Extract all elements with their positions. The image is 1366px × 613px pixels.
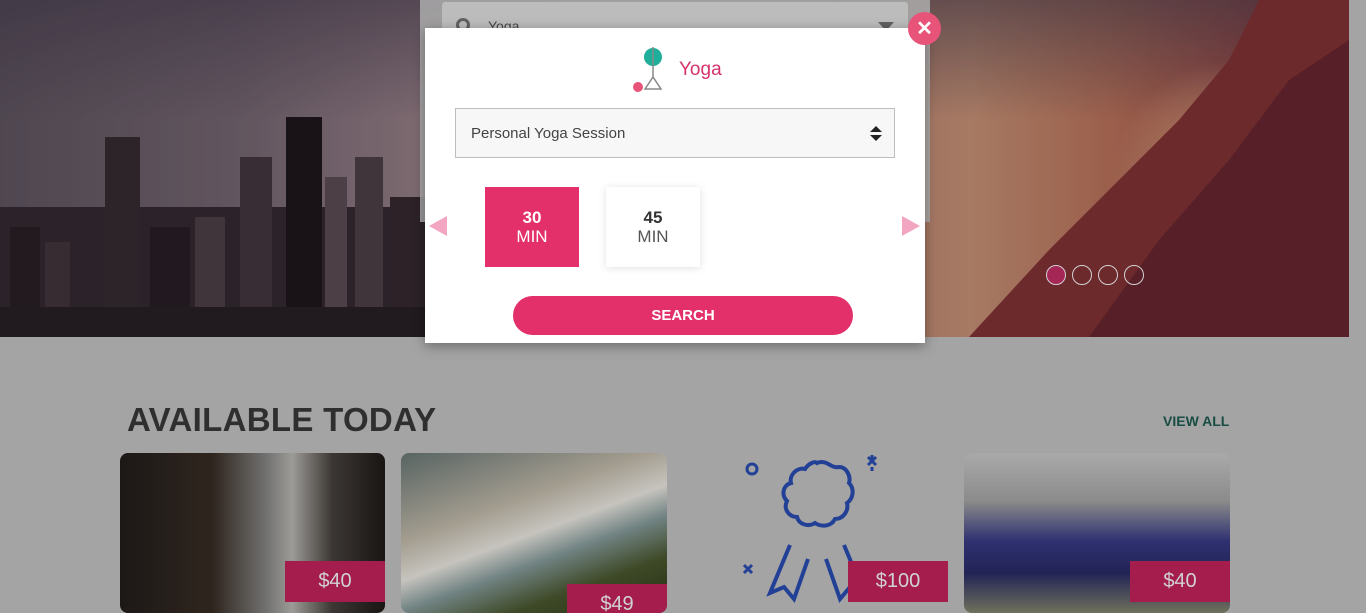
session-card-2[interactable]: $49 [401,453,667,613]
duration-option-30[interactable]: 30 MIN [485,187,579,267]
section-title: AVAILABLE TODAY [127,401,437,438]
session-card-4[interactable]: $40 [964,453,1230,613]
price-badge: $100 [848,561,948,602]
session-type-select[interactable]: Personal Yoga Session [455,108,895,158]
carousel-dot-2[interactable] [1072,265,1092,285]
category-title: Yoga [679,59,722,80]
session-card-1[interactable]: $40 [120,453,385,613]
select-arrows-icon [870,126,882,141]
session-type-value: Personal Yoga Session [471,124,626,142]
close-icon[interactable]: ✕ [908,12,941,45]
prev-duration-arrow-icon[interactable] [429,216,447,236]
carousel-dots [1046,265,1144,285]
session-card-3[interactable]: $100 [682,453,948,613]
duration-value: 45 [643,208,663,227]
price-badge: $40 [1130,561,1230,602]
duration-value: 30 [522,208,542,227]
price-badge: $40 [285,561,385,602]
yoga-pose-icon [633,47,663,92]
duration-unit: MIN [637,227,669,246]
carousel-dot-4[interactable] [1124,265,1144,285]
carousel-dot-3[interactable] [1098,265,1118,285]
view-all-link[interactable]: VIEW ALL [1163,413,1229,429]
next-duration-arrow-icon[interactable] [902,216,920,236]
carousel-dot-1[interactable] [1046,265,1066,285]
price-badge: $49 [567,584,667,613]
duration-option-45[interactable]: 45 MIN [606,187,700,267]
duration-unit: MIN [516,227,548,246]
search-button[interactable]: SEARCH [513,296,853,335]
